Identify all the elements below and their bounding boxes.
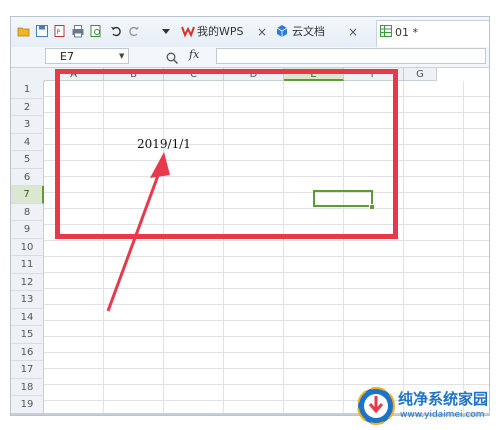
dropdown-icon[interactable] [159,24,173,38]
print-icon[interactable] [71,24,85,38]
wps-logo-icon [181,24,195,38]
row-header-8[interactable]: 8 [11,203,44,221]
export-icon[interactable]: P [53,24,67,38]
row-header-18[interactable]: 18 [11,378,44,396]
row-header-4[interactable]: 4 [11,133,44,151]
row-header-3[interactable]: 3 [11,116,44,134]
watermark: 纯净系统家园 www.yidaimei.com [356,384,498,428]
tab-active-01[interactable]: 01 * [376,20,489,47]
row-header-6[interactable]: 6 [11,168,44,186]
row-header-13[interactable]: 13 [11,291,44,309]
spreadsheet-icon [379,24,393,38]
name-box[interactable]: E7 [45,48,129,64]
column-gridline [403,81,404,415]
redo-icon[interactable] [127,24,141,38]
close-tab-icon[interactable]: × [257,22,267,42]
row-header-9[interactable]: 9 [11,221,44,239]
open-icon[interactable] [17,24,31,38]
row-header-5[interactable]: 5 [11,151,44,169]
row-header-17[interactable]: 17 [11,361,44,379]
row-header-19[interactable]: 19 [11,396,44,414]
row-header-1[interactable]: 1 [11,81,44,99]
save-icon[interactable] [35,24,49,38]
tab-cloud-docs[interactable]: 云文档 [292,22,325,42]
tab-my-wps[interactable]: 我的WPS [197,22,244,42]
cloud-doc-icon [275,24,289,38]
annotation-rectangle [55,69,398,239]
row-header-14[interactable]: 14 [11,308,44,326]
function-icon[interactable]: fx [189,48,199,61]
watermark-logo-icon [357,387,395,425]
column-header-g[interactable]: G [404,68,437,81]
preview-icon[interactable] [89,24,103,38]
watermark-title: 纯净系统家园 [398,390,489,408]
row-header-16[interactable]: 16 [11,343,44,361]
select-all-corner[interactable] [11,68,45,82]
tab-label: 01 * [395,26,418,39]
zoom-icon[interactable] [165,50,179,65]
formula-input[interactable] [216,48,486,64]
chevron-down-icon[interactable]: ▼ [119,52,124,60]
row-header-2[interactable]: 2 [11,98,44,116]
formula-bar: E7 ▼ fx [11,47,489,68]
row-header-12[interactable]: 12 [11,273,44,291]
close-tab-icon[interactable]: × [348,22,358,42]
svg-text:P: P [57,29,61,36]
row-header-7[interactable]: 7 [11,186,44,204]
row-header-10[interactable]: 10 [11,238,44,256]
watermark-url: www.yidaimei.com [400,410,485,420]
undo-icon[interactable] [109,24,123,38]
title-bar: P 我的WPS × 云文档 × 01 * [11,17,489,48]
row-header-11[interactable]: 11 [11,256,44,274]
row-header-15[interactable]: 15 [11,326,44,344]
